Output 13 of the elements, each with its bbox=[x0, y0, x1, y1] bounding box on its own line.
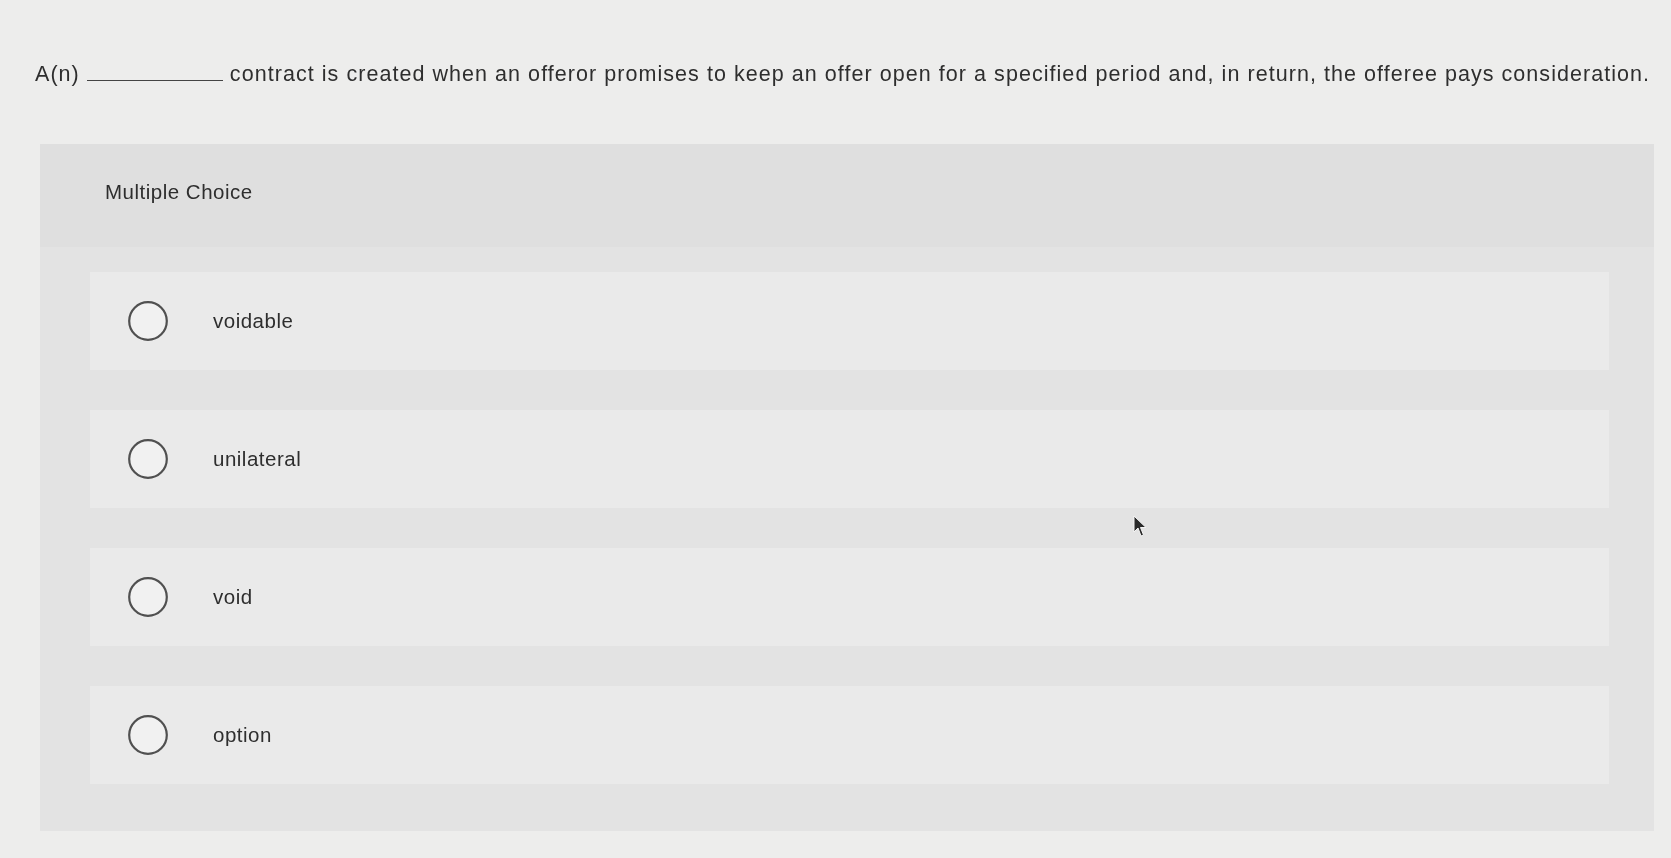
radio-button[interactable] bbox=[128, 577, 168, 617]
cursor-icon bbox=[1133, 515, 1147, 537]
radio-button[interactable] bbox=[128, 301, 168, 341]
question-text: contract is created when an offeror promises to keep an offer open for a specified period and, in return, the offeree pays consideration. bbox=[229, 62, 1651, 87]
choice-label[interactable]: void bbox=[213, 585, 253, 609]
fill-in-line[interactable] bbox=[86, 79, 223, 81]
choice-label[interactable]: voidable bbox=[213, 309, 294, 333]
choice-label[interactable]: unilateral bbox=[213, 447, 302, 471]
choice-label[interactable]: option bbox=[213, 723, 272, 747]
radio-button[interactable] bbox=[128, 439, 168, 479]
panel-title: Multiple Choice bbox=[105, 179, 253, 204]
radio-button[interactable] bbox=[128, 715, 168, 755]
question-prefix: A(n) bbox=[35, 62, 80, 87]
